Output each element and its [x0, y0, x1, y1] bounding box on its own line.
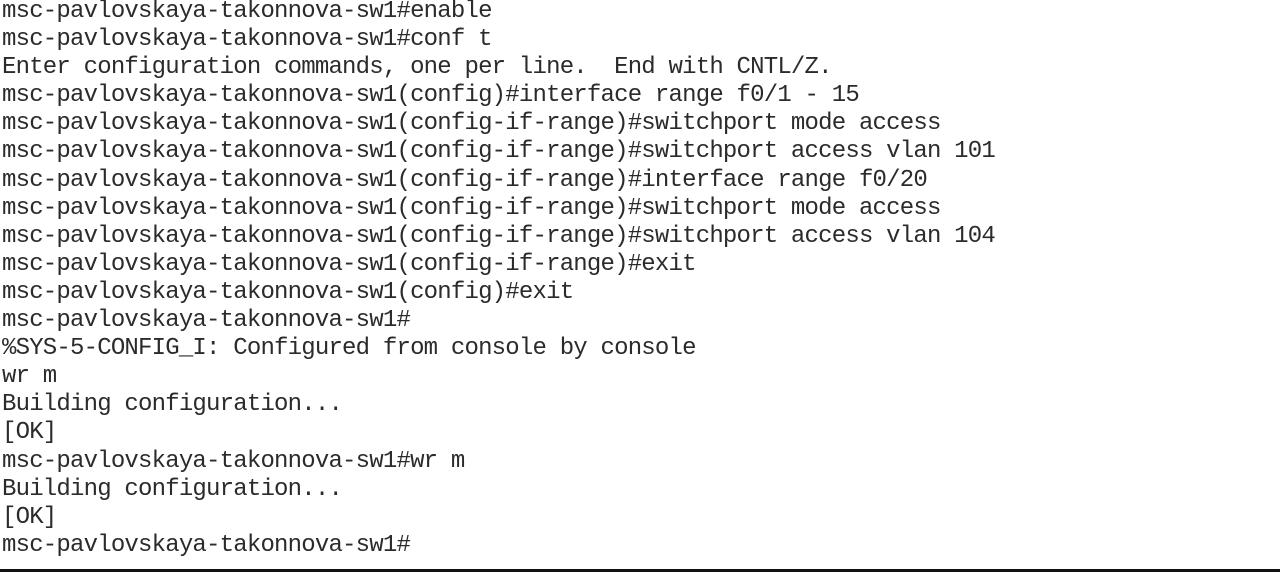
terminal-line: msc-pavlovskaya-takonnova-sw1#enable: [2, 0, 492, 25]
terminal-line: msc-pavlovskaya-takonnova-sw1#: [2, 307, 411, 335]
terminal-line: msc-pavlovskaya-takonnova-sw1(config-if-…: [2, 194, 941, 222]
terminal-line: Building configuration...: [2, 391, 343, 419]
terminal-line: Building configuration...: [2, 475, 343, 503]
terminal-output: msc-pavlovskaya-takonnova-sw1#enable msc…: [2, 0, 996, 560]
terminal-line: msc-pavlovskaya-takonnova-sw1#conf t: [2, 26, 492, 54]
terminal-line: %SYS-5-CONFIG_I: Configured from console…: [2, 335, 697, 363]
terminal-line: msc-pavlovskaya-takonnova-sw1(config)#in…: [2, 82, 860, 110]
terminal-line: msc-pavlovskaya-takonnova-sw1(config-if-…: [2, 222, 996, 250]
terminal-line: msc-pavlovskaya-takonnova-sw1(config-if-…: [2, 138, 996, 166]
terminal-line: msc-pavlovskaya-takonnova-sw1(config-if-…: [2, 250, 697, 278]
terminal-prompt-line[interactable]: msc-pavlovskaya-takonnova-sw1#: [2, 532, 995, 560]
terminal-line: wr m: [2, 363, 57, 391]
terminal-line: msc-pavlovskaya-takonnova-sw1(config-if-…: [2, 166, 928, 194]
terminal-console[interactable]: msc-pavlovskaya-takonnova-sw1#enable msc…: [0, 0, 1280, 573]
terminal-line: msc-pavlovskaya-takonnova-sw1(config)#ex…: [2, 278, 574, 306]
terminal-line: msc-pavlovskaya-takonnova-sw1#wr m: [2, 447, 465, 475]
terminal-line: msc-pavlovskaya-takonnova-sw1(config-if-…: [2, 110, 941, 138]
bottom-divider: [0, 569, 1280, 572]
terminal-line: [OK]: [2, 419, 57, 447]
terminal-line: Enter configuration commands, one per li…: [2, 54, 833, 82]
terminal-line: [OK]: [2, 503, 57, 531]
